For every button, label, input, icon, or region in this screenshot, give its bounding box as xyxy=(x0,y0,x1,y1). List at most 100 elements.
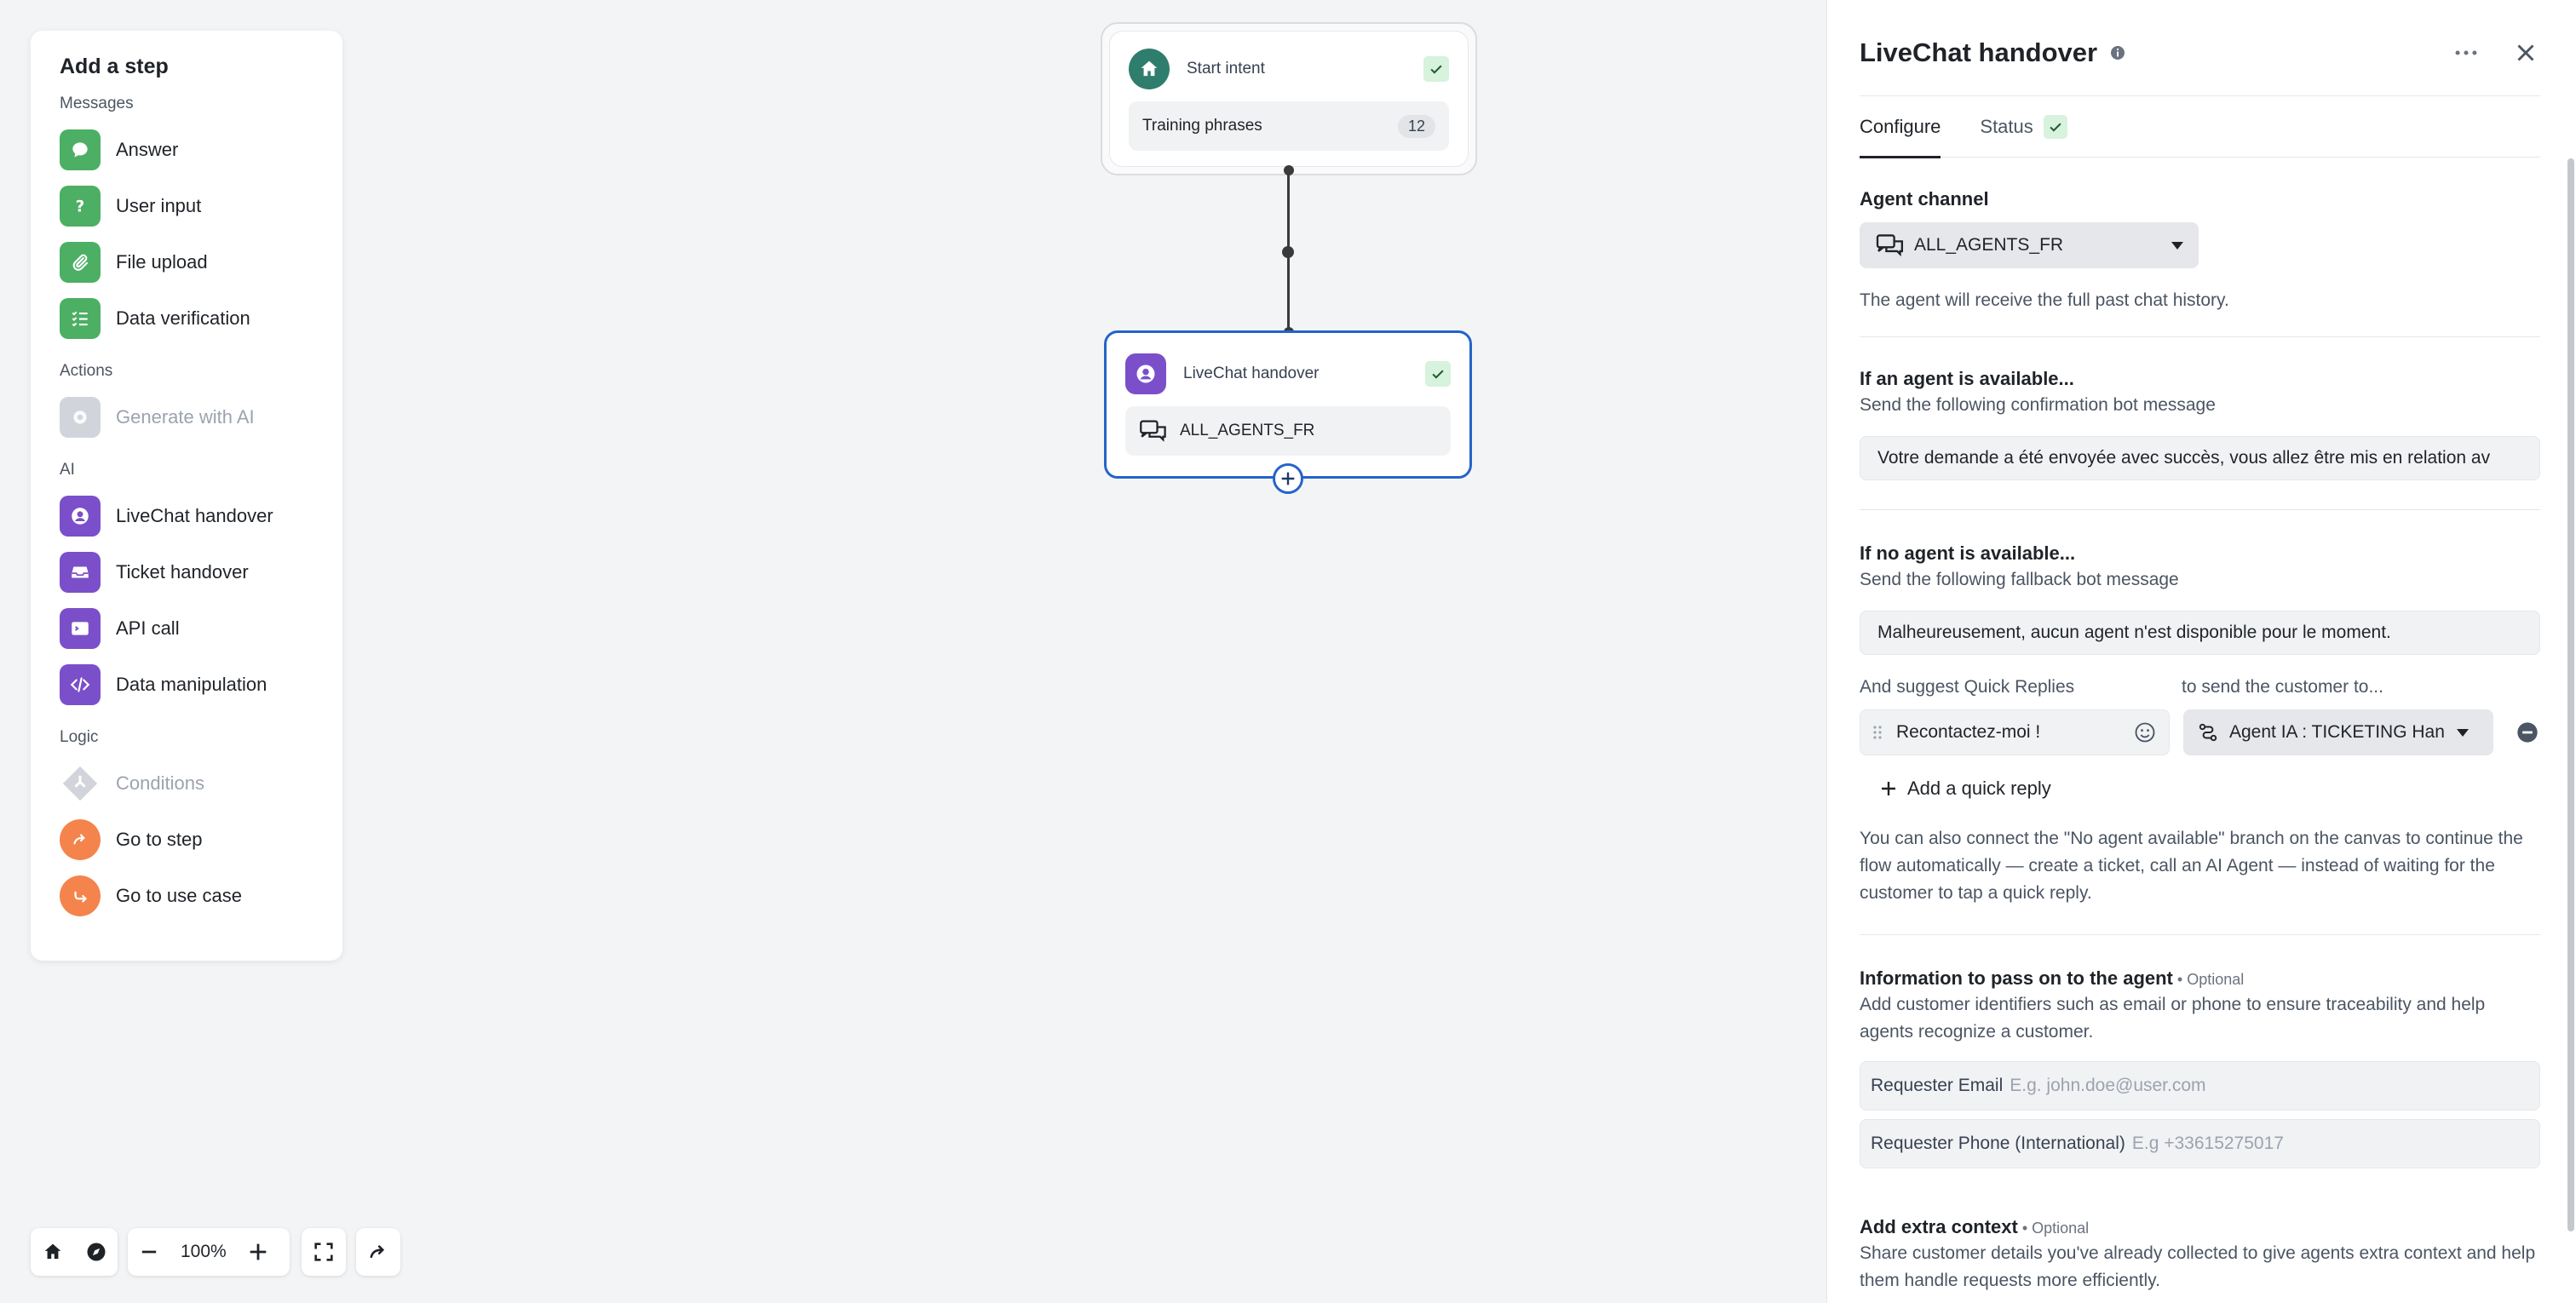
requester-phone-placeholder: E.g +33615275017 xyxy=(2131,1134,2284,1153)
panel-title: LiveChat handover xyxy=(1860,37,2098,67)
palette-item-label: User input xyxy=(116,195,202,216)
check-icon xyxy=(1423,56,1449,82)
nav-toolbar xyxy=(31,1228,118,1276)
palette-item-label: Go to step xyxy=(116,829,203,850)
palette-item-label: Go to use case xyxy=(116,885,242,906)
agent-available-sub: Send the following confirmation bot mess… xyxy=(1860,395,2216,415)
section-divider xyxy=(1860,934,2540,935)
agent-available-label: If an agent is available... xyxy=(1860,368,2074,389)
arrow-jump-icon xyxy=(370,1245,385,1259)
livechat-handover-node[interactable]: LiveChat handover ALL_AGENTS_FR xyxy=(1104,330,1472,479)
paperclip-icon xyxy=(60,242,101,283)
chevron-down-icon xyxy=(2171,241,2183,250)
flow-canvas[interactable]: Add a step Messages Answer ? User input … xyxy=(0,0,1826,1303)
node-title: LiveChat handover xyxy=(1183,364,1320,382)
arrow-jump-icon xyxy=(60,819,101,860)
code-icon xyxy=(60,664,101,705)
tab-label: Status xyxy=(1980,115,2033,137)
info-pass-help: Add customer identifiers such as email o… xyxy=(1860,995,2486,1042)
training-phrases-row[interactable]: Training phrases 12 xyxy=(1129,101,1449,151)
agent-unavailable-sub: Send the following fallback bot message xyxy=(1860,570,2179,589)
ai-sparkle-icon xyxy=(60,397,101,438)
zoom-level: 100% xyxy=(181,1242,227,1261)
tab-configure[interactable]: Configure xyxy=(1860,96,1941,158)
check-icon xyxy=(2043,114,2067,139)
fit-view-toolbar xyxy=(302,1228,346,1276)
more-options-icon[interactable] xyxy=(2452,38,2481,67)
connector-dot[interactable] xyxy=(1282,246,1294,258)
training-phrases-label: Training phrases xyxy=(1142,117,1262,135)
agent-channel-row: ALL_AGENTS_FR xyxy=(1125,406,1451,456)
palette-item-label: Ticket handover xyxy=(116,561,249,583)
info-icon[interactable] xyxy=(2109,44,2126,61)
requester-email-field[interactable]: Requester Email E.g. john.doe@user.com xyxy=(1860,1061,2540,1111)
palette-item-go-to-use-case[interactable]: Go to use case xyxy=(60,868,313,924)
node-title: Start intent xyxy=(1187,60,1265,77)
confirmation-message-input[interactable]: Votre demande a été envoyée avec succès,… xyxy=(1860,436,2540,480)
palette-item-api-call[interactable]: API call xyxy=(60,600,313,657)
no-agent-branch-help: You can also connect the "No agent avail… xyxy=(1860,829,2523,903)
quick-reply-value: Recontactez-moi ! xyxy=(1896,722,2041,742)
quick-reply-target-select[interactable]: Agent IA : TICKETING Han xyxy=(2183,709,2493,755)
palette-item-label: File upload xyxy=(116,251,208,273)
fallback-message-input[interactable]: Malheureusement, aucun agent n'est dispo… xyxy=(1860,611,2540,655)
info-pass-label: Information to pass on to the agent xyxy=(1860,967,2173,989)
svg-text:?: ? xyxy=(76,198,85,216)
panel-scrollbar[interactable] xyxy=(2567,158,2574,1231)
palette-item-label: Data manipulation xyxy=(116,674,267,695)
chat-bubbles-icon xyxy=(1140,420,1166,442)
palette-item-file-upload[interactable]: File upload xyxy=(60,234,313,290)
inbox-icon xyxy=(60,552,101,593)
drag-handle-icon[interactable] xyxy=(1872,724,1883,741)
close-icon[interactable] xyxy=(2511,38,2540,67)
person-circle-icon xyxy=(1125,353,1166,394)
palette-item-generate-ai: Generate with AI xyxy=(60,389,313,445)
chat-bubbles-icon xyxy=(1876,234,1903,257)
auto-layout-button[interactable] xyxy=(356,1228,400,1276)
start-intent-node[interactable]: Start intent Training phrases 12 xyxy=(1109,31,1469,167)
palette-item-go-to-step[interactable]: Go to step xyxy=(60,812,313,868)
fit-view-button[interactable] xyxy=(302,1228,346,1276)
agent-channel-select[interactable]: ALL_AGENTS_FR xyxy=(1860,222,2199,268)
tab-label: Configure xyxy=(1860,115,1941,137)
compass-button[interactable] xyxy=(74,1228,118,1276)
palette-item-ticket-handover[interactable]: Ticket handover xyxy=(60,544,313,600)
training-phrases-count: 12 xyxy=(1397,114,1435,138)
quick-replies-header: And suggest Quick Replies to send the cu… xyxy=(1860,677,2540,697)
section-divider xyxy=(1860,336,2540,337)
terminal-icon xyxy=(60,608,101,649)
palette-item-data-verification[interactable]: Data verification xyxy=(60,290,313,347)
palette-item-data-manipulation[interactable]: Data manipulation xyxy=(60,657,313,713)
palette-item-livechat-handover[interactable]: LiveChat handover xyxy=(60,488,313,544)
palette-title: Add a step xyxy=(60,55,169,78)
palette-section-ai: AI xyxy=(60,461,75,479)
add-step-button[interactable] xyxy=(1273,463,1303,494)
quick-reply-input[interactable]: Recontactez-moi ! xyxy=(1860,709,2170,755)
chevron-down-icon xyxy=(2456,728,2469,737)
agent-channel-value: ALL_AGENTS_FR xyxy=(1914,235,2064,255)
compass-icon xyxy=(87,1243,105,1261)
plus-icon xyxy=(250,1243,267,1260)
palette-item-label: Conditions xyxy=(116,772,204,794)
home-button[interactable] xyxy=(31,1228,74,1276)
section-divider xyxy=(1860,509,2540,510)
palette-item-answer[interactable]: Answer xyxy=(60,122,313,178)
requester-phone-field[interactable]: Requester Phone (International) E.g +336… xyxy=(1860,1119,2540,1168)
add-quick-reply-button[interactable]: Add a quick reply xyxy=(1878,778,2540,800)
agent-unavailable-section: If no agent is available... Send the fol… xyxy=(1860,542,2540,907)
palette-item-label: API call xyxy=(116,617,180,639)
remove-icon[interactable] xyxy=(2516,720,2539,744)
tab-status[interactable]: Status xyxy=(1980,96,2067,158)
zoom-in-button[interactable] xyxy=(237,1228,279,1276)
palette-item-label: Data verification xyxy=(116,307,250,329)
zoom-out-button[interactable] xyxy=(128,1228,170,1276)
palette-item-user-input[interactable]: ? User input xyxy=(60,178,313,234)
connector-dot xyxy=(1284,165,1294,175)
quick-reply-target-value: Agent IA : TICKETING Han xyxy=(2229,722,2445,742)
emoji-icon[interactable] xyxy=(2133,720,2157,744)
agent-channel-help: The agent will receive the full past cha… xyxy=(1860,290,2229,310)
checklist-icon xyxy=(60,298,101,339)
auto-layout-toolbar xyxy=(356,1228,400,1276)
optional-tag: • Optional xyxy=(2017,1220,2090,1237)
diamond-branch-icon xyxy=(60,763,101,804)
